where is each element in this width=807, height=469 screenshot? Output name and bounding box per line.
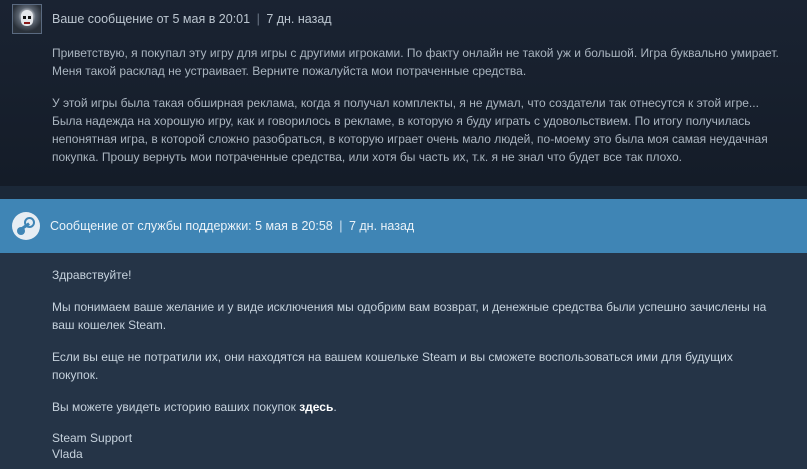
user-message-body: Приветствую, я покупал эту игру для игры… [52,44,782,180]
history-end: . [333,400,337,414]
ticket-page: Ваше сообщение от 5 мая в 20:01 | 7 дн. … [0,0,807,469]
support-message-body: Здравствуйте! Мы понимаем ваше желание и… [52,266,782,462]
support-message-header: Сообщение от службы поддержки: 5 мая в 2… [0,199,807,253]
user-message-age: 7 дн. назад [266,12,332,26]
avatar-mouth [24,22,30,24]
purchase-history-link[interactable]: здесь [299,400,333,414]
support-message-date: Сообщение от службы поддержки: 5 мая в 2… [50,219,333,233]
user-message-paragraph: У этой игры была такая обширная реклама,… [52,96,768,164]
header-separator: | [339,219,343,233]
support-greeting: Здравствуйте! [52,268,132,282]
history-text: Вы можете увидеть историю ваших покупок [52,400,300,414]
user-message-paragraph: Приветствую, я покупал эту игру для игры… [52,46,779,78]
support-wallet-paragraph: Если вы еще не потратили их, они находят… [52,350,733,382]
signature-agent: Vlada [52,447,83,461]
support-history-paragraph: Вы можете увидеть историю ваших покупок … [52,398,782,416]
user-message-date: Ваше сообщение от 5 мая в 20:01 [52,12,251,26]
avatar[interactable] [12,4,42,34]
steam-logo-icon [12,212,40,240]
support-signature: Steam Support Vlada [52,430,782,462]
support-refund-paragraph: Мы понимаем ваше желание и у виде исключ… [52,300,767,332]
avatar-eye-right [28,16,31,19]
avatar-eye-left [23,16,26,19]
user-message-meta: Ваше сообщение от 5 мая в 20:01 | 7 дн. … [52,12,332,26]
user-message-block: Ваше сообщение от 5 мая в 20:01 | 7 дн. … [0,0,807,186]
user-message-header: Ваше сообщение от 5 мая в 20:01 | 7 дн. … [12,4,332,34]
support-message-age: 7 дн. назад [348,219,415,233]
steam-logo-dot [17,227,25,235]
signature-team: Steam Support [52,431,133,445]
support-message-meta: Сообщение от службы поддержки: 5 мая в 2… [50,219,414,233]
header-separator: | [256,12,260,26]
